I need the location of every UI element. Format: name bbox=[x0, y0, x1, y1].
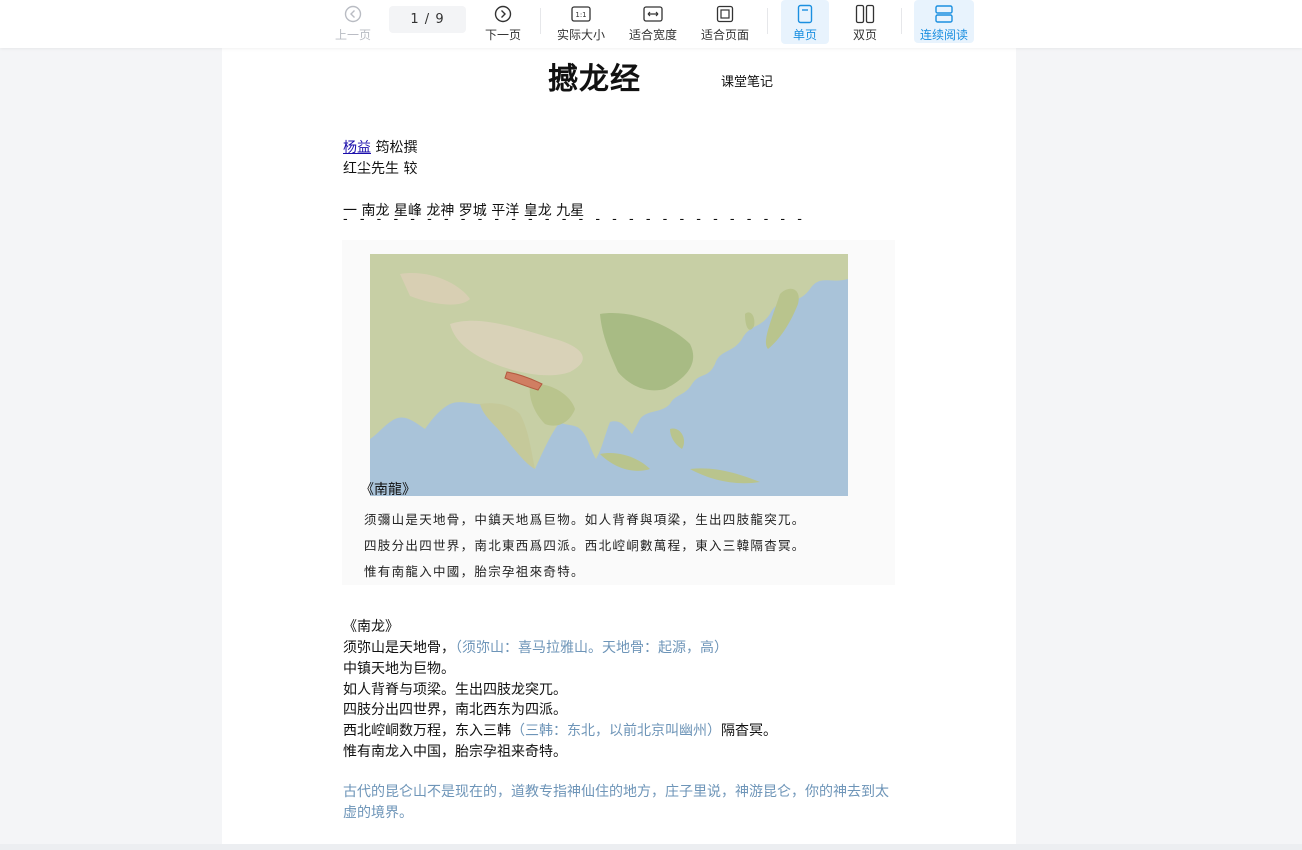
author-line: 杨益 筠松撰 bbox=[343, 137, 417, 157]
double-page-icon bbox=[855, 3, 875, 25]
actual-size-icon: 1:1 bbox=[571, 3, 591, 25]
paragraph-line: 四肢分出四世界，南北西东为四派。 bbox=[343, 699, 567, 719]
map-image bbox=[370, 254, 848, 496]
chevron-right-circle-icon bbox=[494, 3, 512, 25]
paragraph-note: （须弥山：喜马拉雅山。天地骨：起源，高） bbox=[455, 640, 728, 656]
toolbar-divider bbox=[901, 8, 902, 34]
fit-width-button[interactable]: 适合宽度 bbox=[627, 0, 679, 44]
author-suffix: 筠松撰 bbox=[371, 140, 418, 156]
paragraph-text: 惟有南龙入中国，胎宗孕祖来奇特。 bbox=[343, 744, 567, 760]
horizontal-scrollbar[interactable] bbox=[0, 844, 1302, 850]
fit-page-button[interactable]: 适合页面 bbox=[699, 0, 751, 44]
paragraph-note: （三韩：东北，以前北京叫幽州） bbox=[511, 723, 721, 739]
prev-page-label: 上一页 bbox=[334, 28, 371, 42]
chevron-left-circle-icon bbox=[344, 3, 362, 25]
continuous-read-icon bbox=[934, 3, 954, 25]
actual-size-label: 实际大小 bbox=[556, 28, 605, 42]
section-title: 《南龙》 bbox=[343, 619, 399, 635]
figure-text-line: 须彌山是天地骨，中鎮天地爲巨物。如人背脊與項梁，生出四肢龍突兀。 bbox=[364, 512, 806, 527]
single-page-button[interactable]: 单页 bbox=[781, 0, 829, 44]
paragraph-text: 西北崆峒数万程，东入三韩 bbox=[343, 723, 511, 739]
paragraph-text: 如人背脊与项梁。生出四肢龙突兀。 bbox=[343, 682, 567, 698]
double-page-label: 双页 bbox=[852, 28, 877, 42]
commentary-paragraph: 古代的昆仑山不是现在的，道教专指神仙住的地方，庄子里说，神游昆仑，你的神去到太虚… bbox=[343, 784, 889, 821]
double-page-button[interactable]: 双页 bbox=[842, 0, 888, 44]
svg-text:1:1: 1:1 bbox=[575, 11, 586, 19]
toolbar: 上一页 1 / 9 下一页 1:1 实际大小 适合宽度 适合页面 单页 双页 连… bbox=[0, 0, 1302, 48]
prev-page-button[interactable]: 上一页 bbox=[333, 0, 373, 44]
page-indicator[interactable]: 1 / 9 bbox=[389, 6, 466, 33]
paragraph-after: 隔杳冥。 bbox=[721, 723, 777, 739]
single-page-icon bbox=[797, 3, 813, 25]
toolbar-divider bbox=[540, 8, 541, 34]
toolbar-divider bbox=[767, 8, 768, 34]
figure-caption: 《南龍》 bbox=[360, 482, 416, 498]
fit-width-label: 适合宽度 bbox=[628, 28, 677, 42]
continuous-read-label: 连续阅读 bbox=[919, 28, 968, 42]
paragraph-line: 中镇天地为巨物。 bbox=[343, 658, 455, 678]
paragraph-line: 须弥山是天地骨，（须弥山：喜马拉雅山。天地骨：起源，高） bbox=[343, 637, 728, 657]
reviewer-line: 红尘先生 较 bbox=[343, 161, 418, 177]
dashed-divider: - - - - - - - - - - - - - - - - - - - - … bbox=[343, 212, 806, 227]
continuous-read-button[interactable]: 连续阅读 bbox=[914, 0, 974, 43]
fit-width-icon bbox=[643, 3, 663, 25]
paragraph-line: 惟有南龙入中国，胎宗孕祖来奇特。 bbox=[343, 741, 567, 761]
paragraph-line: 如人背脊与项梁。生出四肢龙突兀。 bbox=[343, 679, 567, 699]
paragraph-line: 西北崆峒数万程，东入三韩（三韩：东北，以前北京叫幽州）隔杳冥。 bbox=[343, 720, 777, 740]
next-page-label: 下一页 bbox=[484, 28, 521, 42]
next-page-button[interactable]: 下一页 bbox=[482, 0, 524, 44]
document-title: 撼龙经 bbox=[548, 62, 641, 97]
fit-page-label: 适合页面 bbox=[700, 28, 749, 42]
fit-page-icon bbox=[716, 3, 734, 25]
paragraph-text: 中镇天地为巨物。 bbox=[343, 661, 455, 677]
paragraph-text: 须弥山是天地骨， bbox=[343, 640, 455, 656]
paragraph-text: 四肢分出四世界，南北西东为四派。 bbox=[343, 702, 567, 718]
figure-text-line: 惟有南龍入中國，胎宗孕祖來奇特。 bbox=[364, 564, 585, 579]
figure-text-line: 四肢分出四世界，南北東西爲四派。西北崆峒數萬程，東入三韓隔杳冥。 bbox=[364, 538, 806, 553]
single-page-label: 单页 bbox=[792, 28, 817, 42]
document-subtitle: 课堂笔记 bbox=[721, 75, 774, 90]
author-link[interactable]: 杨益 bbox=[343, 140, 371, 156]
actual-size-button[interactable]: 1:1 实际大小 bbox=[555, 0, 607, 44]
